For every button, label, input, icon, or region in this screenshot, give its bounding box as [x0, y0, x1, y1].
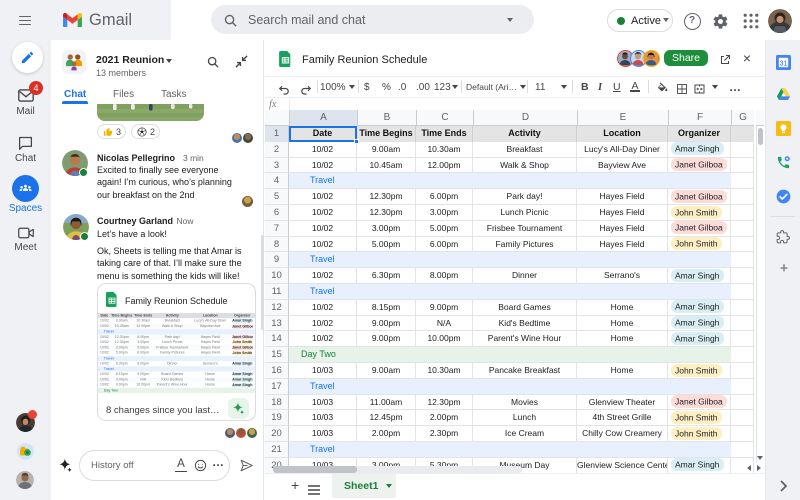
svg-text:31: 31	[779, 60, 787, 67]
